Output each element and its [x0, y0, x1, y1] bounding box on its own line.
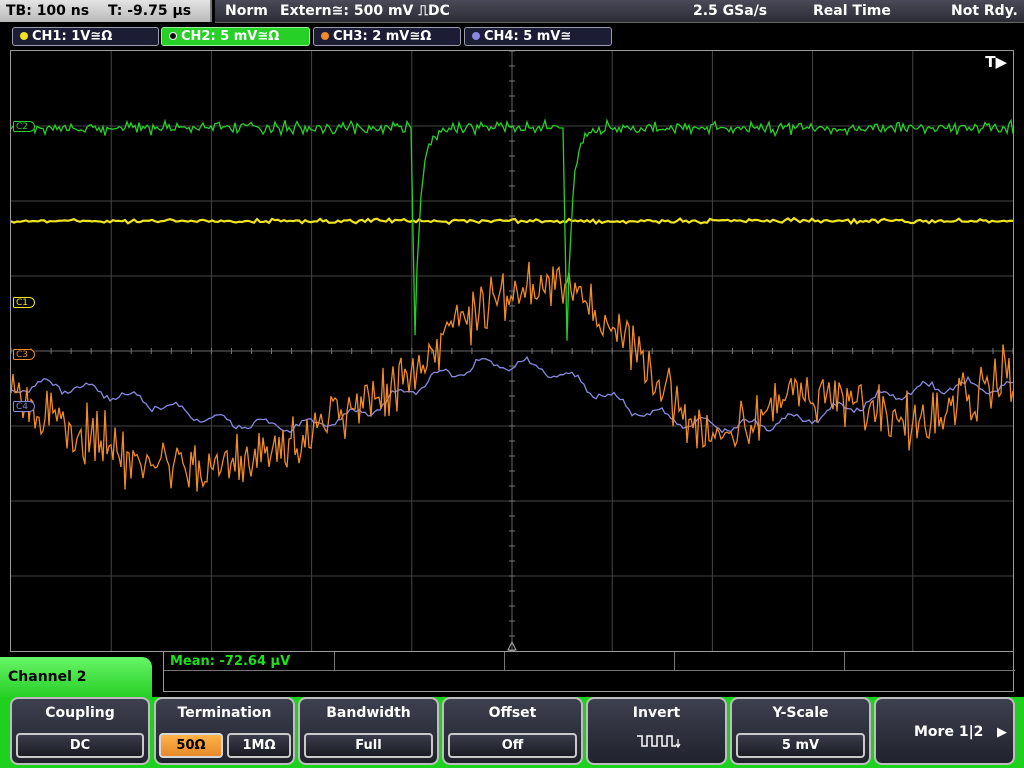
menu-title: Channel 2	[0, 657, 152, 697]
y-scale-softkey[interactable]: Y-Scale 5 mV	[730, 697, 871, 765]
run-state-label: Not Rdy.	[951, 3, 1018, 19]
ch3-tab-label: CH3: 2 mV≅Ω	[333, 29, 432, 44]
y-scale-label: Y-Scale	[772, 705, 829, 721]
offset-softkey[interactable]: Offset Off	[442, 697, 583, 765]
offset-value[interactable]: Off	[448, 733, 577, 758]
invert-label: Invert	[632, 705, 681, 721]
trigger-source-label[interactable]: Extern≅: 500 mV ⎍DC	[280, 0, 450, 22]
meas-cell	[505, 652, 675, 671]
ch3-offset-marker[interactable]: C3	[13, 349, 36, 360]
more-softkey[interactable]: More 1|2 ▶	[874, 697, 1015, 765]
inverted-pulse-icon	[637, 735, 681, 749]
acquisition-mode-label: Real Time	[813, 3, 891, 19]
ch4-color-dot	[472, 32, 480, 40]
trigger-time-label: T: -9.75 µs	[107, 3, 192, 19]
termination-1m-ohm-option[interactable]: 1MΩ	[227, 733, 291, 758]
ch4-offset-marker[interactable]: C4	[13, 401, 36, 412]
trigger-mode-label[interactable]: Norm	[225, 0, 268, 22]
y-scale-value[interactable]: 5 mV	[736, 733, 865, 758]
coupling-softkey[interactable]: Coupling DC	[10, 697, 150, 765]
ch2-offset-marker[interactable]: C2	[13, 121, 36, 132]
termination-softkey[interactable]: Termination 50Ω 1MΩ	[154, 697, 295, 765]
status-bar: TB: 100 ns T: -9.75 µs Norm Extern≅: 500…	[0, 0, 1024, 24]
channel-tab-ch4[interactable]: CH4: 5 mV≅	[464, 27, 612, 46]
ch1-offset-marker[interactable]: C1	[13, 297, 36, 308]
bandwidth-label: Bandwidth	[326, 705, 411, 721]
ch2-tab-label: CH2: 5 mV≅Ω	[181, 29, 280, 44]
acquisition-status: Norm Extern≅: 500 mV ⎍DC 2.5 GSa/s Real …	[215, 0, 1024, 23]
coupling-value[interactable]: DC	[16, 733, 144, 758]
graticule	[11, 51, 1013, 651]
ch3-color-dot	[321, 32, 329, 40]
timebase-box[interactable]: TB: 100 ns T: -9.75 µs	[0, 0, 212, 22]
termination-50-ohm-option[interactable]: 50Ω	[159, 733, 223, 758]
channel-tab-ch3[interactable]: CH3: 2 mV≅Ω	[313, 27, 461, 46]
ch1-tab-label: CH1: 1V≅Ω	[32, 29, 113, 44]
waveform-display[interactable]: T▶ C2 C1 C3 C4	[10, 50, 1014, 652]
channel-tab-ch2[interactable]: CH2: 5 mV≅Ω	[161, 27, 310, 46]
meas-cell	[335, 652, 505, 671]
ch4-tab-label: CH4: 5 mV≅	[484, 29, 572, 44]
right-arrow-icon: ▶	[997, 725, 1007, 740]
more-label: More 1|2	[914, 724, 984, 740]
channel-tab-ch1[interactable]: CH1: 1V≅Ω	[12, 27, 159, 46]
measurement-panel: Mean: -72.64 µV	[163, 652, 1015, 692]
ch1-color-dot	[20, 32, 28, 40]
sample-rate-label: 2.5 GSa/s	[693, 3, 768, 19]
offset-label: Offset	[488, 705, 537, 721]
invert-softkey[interactable]: Invert	[586, 697, 727, 765]
timebase-label: TB: 100 ns	[6, 3, 90, 19]
coupling-label: Coupling	[45, 705, 115, 721]
mean-measurement: Mean: -72.64 µV	[170, 654, 291, 669]
meas-cell	[845, 652, 1015, 671]
ch2-color-dot	[169, 32, 177, 40]
meas-cell	[675, 652, 845, 671]
bandwidth-value[interactable]: Full	[304, 733, 433, 758]
trigger-position-flag[interactable]: T▶	[985, 53, 1007, 71]
bandwidth-softkey[interactable]: Bandwidth Full	[298, 697, 439, 765]
termination-label: Termination	[177, 705, 272, 721]
